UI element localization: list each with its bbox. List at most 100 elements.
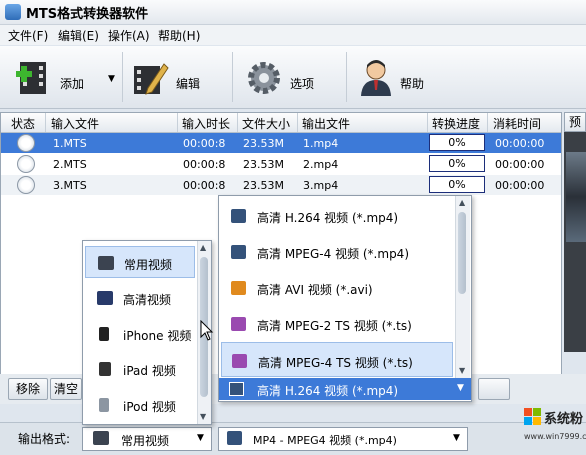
format-item[interactable]: 高清 H.264 视频 (*.mp4): [221, 198, 453, 233]
preview-tab[interactable]: 预: [564, 112, 586, 132]
menu-file[interactable]: 文件(F): [8, 27, 48, 44]
row-progress: 0%: [429, 134, 485, 151]
table-row[interactable]: 3.MTS 00:00:8 23.53M 3.mp4 0% 00:00:00: [1, 175, 561, 195]
row-progress: 0%: [429, 176, 485, 193]
output-category-select[interactable]: 常用视频 ▼: [82, 427, 212, 451]
chevron-down-icon: ▼: [457, 383, 464, 393]
row-size: 23.53M: [243, 179, 284, 192]
add-dropdown-icon[interactable]: ▼: [108, 74, 115, 84]
avi-icon: [231, 281, 246, 295]
film-icon: [93, 431, 109, 445]
row-duration: 00:00:8: [183, 179, 226, 192]
windows-logo-icon: [524, 408, 541, 425]
cursor-icon: [200, 320, 214, 341]
gear-icon: [248, 62, 280, 94]
row-duration: 00:00:8: [183, 158, 226, 171]
add-button[interactable]: 添加 ▼: [8, 52, 122, 102]
output-format-select[interactable]: MP4 - MPEG4 视频 (*.mp4) ▼: [218, 427, 468, 451]
mp4-icon: [227, 431, 242, 445]
clock-icon: [17, 134, 35, 152]
title-bar: MTS格式转换器软件: [0, 0, 586, 25]
watermark-text: 系统粉: [544, 412, 584, 427]
user-help-icon: [361, 60, 391, 96]
ts-icon: [232, 354, 247, 368]
row-duration: 00:00:8: [183, 137, 226, 150]
format-item-highlighted[interactable]: 高清 MPEG-4 TS 视频 (*.ts): [221, 342, 453, 377]
column-input-duration[interactable]: 输入时长: [182, 115, 230, 132]
format-item[interactable]: 高清 MPEG-4 视频 (*.mp4): [221, 234, 453, 269]
row-size: 23.53M: [243, 158, 284, 171]
format-dropdown: 高清 H.264 视频 (*.mp4) 高清 MPEG-4 视频 (*.mp4)…: [218, 195, 472, 402]
chevron-down-icon: ▼: [453, 433, 460, 443]
watermark: 系统粉 www.win7999.com: [522, 402, 586, 454]
column-progress[interactable]: 转换进度: [432, 115, 480, 132]
scroll-down-icon[interactable]: ▼: [200, 412, 206, 421]
iphone-icon: [99, 327, 109, 341]
category-item-ipod[interactable]: iPod 视频: [85, 389, 195, 421]
mp4-icon: [231, 245, 246, 259]
watermark-url: www.win7999.com: [524, 432, 586, 441]
window-title: MTS格式转换器软件: [26, 7, 149, 22]
table-header: 状态 输入文件 输入时长 文件大小 输出文件 转换进度 消耗时间: [1, 113, 561, 133]
table-row[interactable]: 2.MTS 00:00:8 23.53M 2.mp4 0% 00:00:00: [1, 154, 561, 174]
output-format-label: 输出格式:: [18, 432, 71, 446]
options-button[interactable]: 选项: [240, 52, 340, 102]
preview-panel: 预: [564, 112, 586, 352]
hd-film-icon: [97, 291, 113, 305]
clock-icon: [17, 176, 35, 194]
ipod-icon: [99, 398, 109, 412]
menu-action[interactable]: 操作(A): [108, 27, 150, 44]
edit-button[interactable]: 编辑: [128, 52, 228, 102]
clock-icon: [17, 155, 35, 173]
output-category-value: 常用视频: [121, 434, 170, 448]
mp4-icon: [231, 209, 246, 223]
scroll-up-icon[interactable]: ▲: [200, 243, 206, 252]
remove-button[interactable]: 移除: [8, 378, 48, 400]
format-selected-field[interactable]: 高清 H.264 视频 (*.mp4) ▼: [219, 378, 471, 400]
format-item[interactable]: 高清 MPEG-2 TS 视频 (*.ts): [221, 306, 453, 341]
preview-control-button[interactable]: [478, 378, 510, 400]
row-elapsed: 00:00:00: [495, 137, 545, 150]
menu-bar: 文件(F) 编辑(E) 操作(A) 帮助(H): [0, 25, 586, 45]
row-input: 3.MTS: [53, 179, 87, 192]
format-scrollbar[interactable]: ▲ ▼: [455, 196, 470, 378]
column-input-file[interactable]: 输入文件: [51, 115, 99, 132]
column-status[interactable]: 状态: [11, 115, 35, 132]
column-file-size[interactable]: 文件大小: [242, 115, 290, 132]
column-elapsed[interactable]: 消耗时间: [493, 115, 541, 132]
row-size: 23.53M: [243, 137, 284, 150]
chevron-down-icon: ▼: [197, 433, 204, 443]
row-progress: 0%: [429, 155, 485, 172]
row-input: 1.MTS: [53, 137, 87, 150]
scroll-thumb[interactable]: [458, 212, 466, 294]
row-elapsed: 00:00:00: [495, 158, 545, 171]
output-format-bar: 输出格式: 常用视频 ▼ MP4 - MPEG4 视频 (*.mp4) ▼: [0, 422, 586, 455]
category-item-ipad[interactable]: iPad 视频: [85, 353, 195, 385]
help-label: 帮助: [400, 77, 425, 91]
scroll-up-icon[interactable]: ▲: [459, 198, 465, 207]
table-row[interactable]: 1.MTS 00:00:8 23.53M 1.mp4 0% 00:00:00: [1, 133, 561, 153]
toolbar-divider: [346, 52, 347, 102]
clear-button[interactable]: 清空: [50, 378, 82, 400]
mp4-icon: [229, 382, 244, 396]
ipad-icon: [99, 362, 111, 376]
options-label: 选项: [290, 77, 315, 91]
scroll-down-icon[interactable]: ▼: [459, 366, 465, 375]
row-elapsed: 00:00:00: [495, 179, 545, 192]
category-item-hd[interactable]: 高清视频: [85, 282, 195, 314]
film-add-icon: [16, 62, 46, 94]
menu-edit[interactable]: 编辑(E): [58, 27, 99, 44]
output-format-value: MP4 - MPEG4 视频 (*.mp4): [253, 434, 397, 447]
app-icon: [5, 4, 21, 20]
category-item-iphone[interactable]: iPhone 视频: [85, 318, 195, 350]
format-item[interactable]: 高清 AVI 视频 (*.avi): [221, 270, 453, 305]
toolbar: 添加 ▼ 编辑 选项 帮助: [0, 46, 586, 109]
column-output-file[interactable]: 输出文件: [302, 115, 350, 132]
menu-help[interactable]: 帮助(H): [158, 27, 200, 44]
toolbar-divider: [232, 52, 233, 102]
help-button[interactable]: 帮助: [354, 52, 454, 102]
category-dropdown: 常用视频 高清视频 iPhone 视频 iPad 视频 iPod 视频 ▲ ▼: [82, 240, 212, 425]
category-item-common[interactable]: 常用视频: [85, 246, 195, 278]
row-input: 2.MTS: [53, 158, 87, 171]
add-label: 添加: [60, 77, 85, 91]
